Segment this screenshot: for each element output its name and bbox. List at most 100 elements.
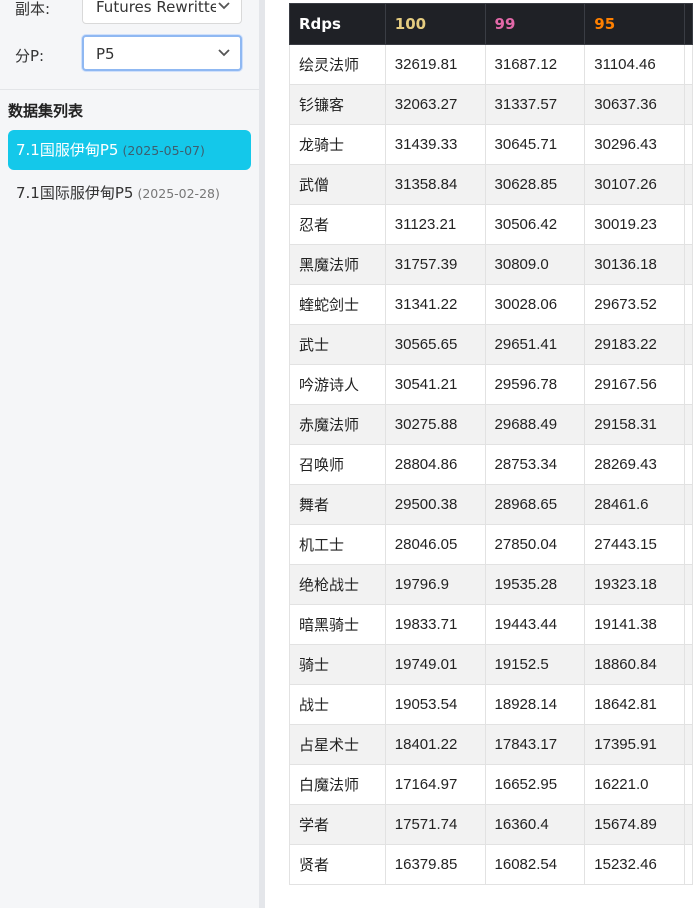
value-100-cell: 31439.33 <box>384 124 486 165</box>
table-row: 武士 30565.65 29651.41 29183.22 <box>289 324 693 365</box>
table-row: 占星术士 18401.22 17843.17 17395.91 <box>289 724 693 765</box>
header-100[interactable]: 100 <box>384 3 486 45</box>
value-100-cell: 29500.38 <box>384 484 486 525</box>
job-cell: 舞者 <box>289 484 386 525</box>
header-99[interactable]: 99 <box>484 3 586 45</box>
truncated-cell <box>684 724 693 765</box>
table-row: 武僧 31358.84 30628.85 30107.26 <box>289 164 693 205</box>
truncated-cell <box>684 404 693 445</box>
table-header-row: Rdps 100 99 95 <box>289 3 693 45</box>
header-95[interactable]: 95 <box>584 3 686 45</box>
table-row: 吟游诗人 30541.21 29596.78 29167.56 <box>289 364 693 405</box>
header-truncated <box>684 3 693 45</box>
job-cell: 战士 <box>289 684 386 725</box>
job-cell: 忍者 <box>289 204 386 245</box>
value-100-cell: 32063.27 <box>384 84 486 125</box>
value-95-cell: 18642.81 <box>584 684 686 725</box>
value-100-cell: 31358.84 <box>384 164 486 205</box>
truncated-cell <box>684 244 693 285</box>
value-100-cell: 30565.65 <box>384 324 486 365</box>
value-99-cell: 28968.65 <box>484 484 586 525</box>
value-100-cell: 28804.86 <box>384 444 486 485</box>
value-99-cell: 18928.14 <box>484 684 586 725</box>
main-content: Rdps 100 99 95 绘灵法师 32619.81 31687.12 31104… <box>265 0 693 908</box>
value-100-cell: 19833.71 <box>384 604 486 645</box>
value-95-cell: 29158.31 <box>584 404 686 445</box>
value-95-cell: 28269.43 <box>584 444 686 485</box>
table-row: 绝枪战士 19796.9 19535.28 19323.18 <box>289 564 693 605</box>
value-100-cell: 31123.21 <box>384 204 486 245</box>
job-cell: 龙骑士 <box>289 124 386 165</box>
value-95-cell: 19141.38 <box>584 604 686 645</box>
job-cell: 蝰蛇剑士 <box>289 284 386 325</box>
truncated-cell <box>684 84 693 125</box>
value-99-cell: 31337.57 <box>484 84 586 125</box>
job-cell: 暗黑骑士 <box>289 604 386 645</box>
value-99-cell: 29651.41 <box>484 324 586 365</box>
truncated-cell <box>684 284 693 325</box>
instance-label: 副本: <box>15 0 51 18</box>
truncated-cell <box>684 764 693 805</box>
truncated-cell <box>684 124 693 165</box>
table-row: 钐镰客 32063.27 31337.57 30637.36 <box>289 84 693 125</box>
dataset-item-global-p5[interactable]: 7.1国际服伊甸P5 (2025-02-28) <box>8 173 251 213</box>
truncated-cell <box>684 844 693 885</box>
value-95-cell: 16221.0 <box>584 764 686 805</box>
value-100-cell: 17164.97 <box>384 764 486 805</box>
table-row: 舞者 29500.38 28968.65 28461.6 <box>289 484 693 525</box>
table-row: 暗黑骑士 19833.71 19443.44 19141.38 <box>289 604 693 645</box>
value-95-cell: 19323.18 <box>584 564 686 605</box>
value-95-cell: 30019.23 <box>584 204 686 245</box>
value-100-cell: 16379.85 <box>384 844 486 885</box>
value-95-cell: 31104.46 <box>584 44 686 85</box>
value-100-cell: 32619.81 <box>384 44 486 85</box>
chevron-down-icon <box>218 49 230 57</box>
job-cell: 绘灵法师 <box>289 44 386 85</box>
table-row: 机工士 28046.05 27850.04 27443.15 <box>289 524 693 565</box>
value-95-cell: 17395.91 <box>584 724 686 765</box>
phase-row: 分P: P5 <box>0 35 259 75</box>
truncated-cell <box>684 524 693 565</box>
table-body: 绘灵法师 32619.81 31687.12 31104.46 钐镰客 32063.27 3… <box>289 44 693 885</box>
truncated-cell <box>684 644 693 685</box>
job-cell: 吟游诗人 <box>289 364 386 405</box>
value-95-cell: 30107.26 <box>584 164 686 205</box>
table-row: 黑魔法师 31757.39 30809.0 30136.18 <box>289 244 693 285</box>
phase-select[interactable]: P5 <box>82 35 242 71</box>
value-99-cell: 29596.78 <box>484 364 586 405</box>
table-row: 龙骑士 31439.33 30645.71 30296.43 <box>289 124 693 165</box>
instance-select[interactable]: Futures Rewritten <box>82 0 242 24</box>
table-row: 学者 17571.74 16360.4 15674.89 <box>289 804 693 845</box>
truncated-cell <box>684 364 693 405</box>
value-99-cell: 30645.71 <box>484 124 586 165</box>
value-99-cell: 19443.44 <box>484 604 586 645</box>
job-cell: 机工士 <box>289 524 386 565</box>
header-rdps[interactable]: Rdps <box>289 3 386 45</box>
truncated-cell <box>684 804 693 845</box>
table-row: 忍者 31123.21 30506.42 30019.23 <box>289 204 693 245</box>
truncated-cell <box>684 604 693 645</box>
value-100-cell: 30275.88 <box>384 404 486 445</box>
value-99-cell: 30028.06 <box>484 284 586 325</box>
dataset-list-title: 数据集列表 <box>8 102 84 120</box>
value-95-cell: 28461.6 <box>584 484 686 525</box>
value-100-cell: 31757.39 <box>384 244 486 285</box>
value-95-cell: 15232.46 <box>584 844 686 885</box>
value-99-cell: 17843.17 <box>484 724 586 765</box>
phase-label: 分P: <box>15 47 45 65</box>
job-cell: 武僧 <box>289 164 386 205</box>
truncated-cell <box>684 444 693 485</box>
dataset-item-cn-p5[interactable]: 7.1国服伊甸P5 (2025-05-07) <box>8 130 251 170</box>
value-99-cell: 31687.12 <box>484 44 586 85</box>
value-99-cell: 30809.0 <box>484 244 586 285</box>
sidebar-separator <box>0 89 259 90</box>
dataset-item-name: 7.1国服伊甸P5 <box>16 141 119 159</box>
value-99-cell: 19535.28 <box>484 564 586 605</box>
value-100-cell: 31341.22 <box>384 284 486 325</box>
instance-select-value: Futures Rewritten <box>96 0 216 16</box>
value-95-cell: 29167.56 <box>584 364 686 405</box>
value-99-cell: 28753.34 <box>484 444 586 485</box>
value-100-cell: 19749.01 <box>384 644 486 685</box>
value-100-cell: 19796.9 <box>384 564 486 605</box>
dataset-item-date: (2025-05-07) <box>122 143 205 158</box>
